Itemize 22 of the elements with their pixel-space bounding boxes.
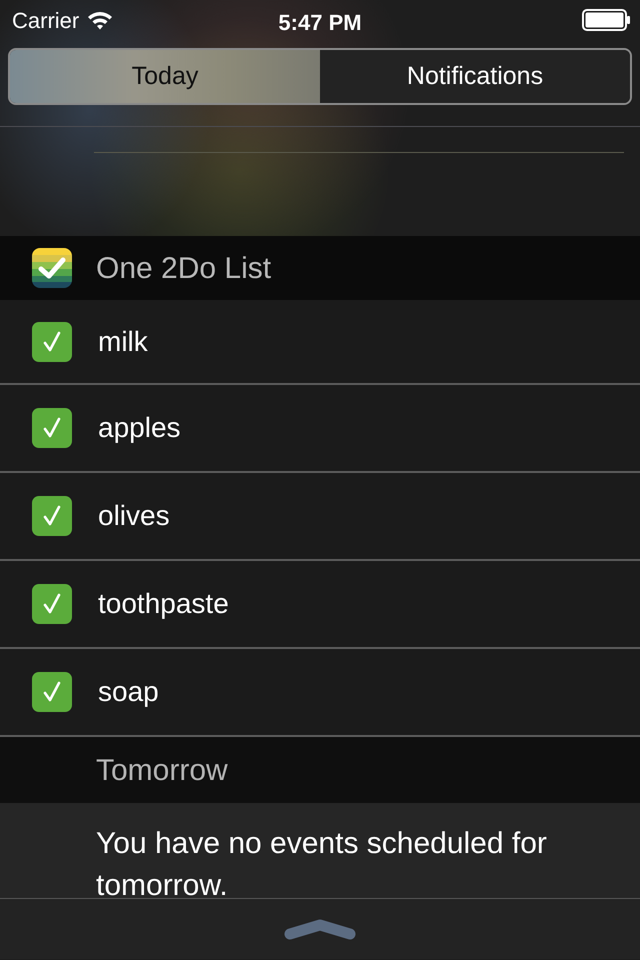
checkbox[interactable]: [32, 584, 72, 624]
checkbox[interactable]: [32, 672, 72, 712]
todo-label: soap: [98, 675, 159, 709]
todo-item[interactable]: milk: [0, 300, 640, 385]
todo-label: milk: [98, 324, 148, 358]
clock-time: 5:47 PM: [278, 9, 362, 37]
checkbox[interactable]: [32, 322, 72, 362]
todo-label: toothpaste: [98, 587, 229, 621]
checkbox[interactable]: [32, 496, 72, 536]
grabber-handle-icon[interactable]: [284, 918, 356, 940]
section-title: Tomorrow: [96, 752, 228, 788]
app-check-icon: [32, 248, 72, 288]
carrier-label: Carrier: [12, 6, 80, 34]
segment-tab[interactable]: Notifications: [320, 50, 630, 103]
battery-icon: [582, 9, 630, 31]
checkbox[interactable]: [32, 408, 72, 448]
widget-title: One 2Do List: [96, 250, 272, 286]
todo-label: apples: [98, 411, 181, 445]
wifi-icon: [87, 10, 114, 30]
segment-tab[interactable]: Today: [10, 50, 320, 103]
todo-label: olives: [98, 499, 170, 533]
empty-message: You have no events scheduled for tomorrow.: [96, 826, 548, 898]
